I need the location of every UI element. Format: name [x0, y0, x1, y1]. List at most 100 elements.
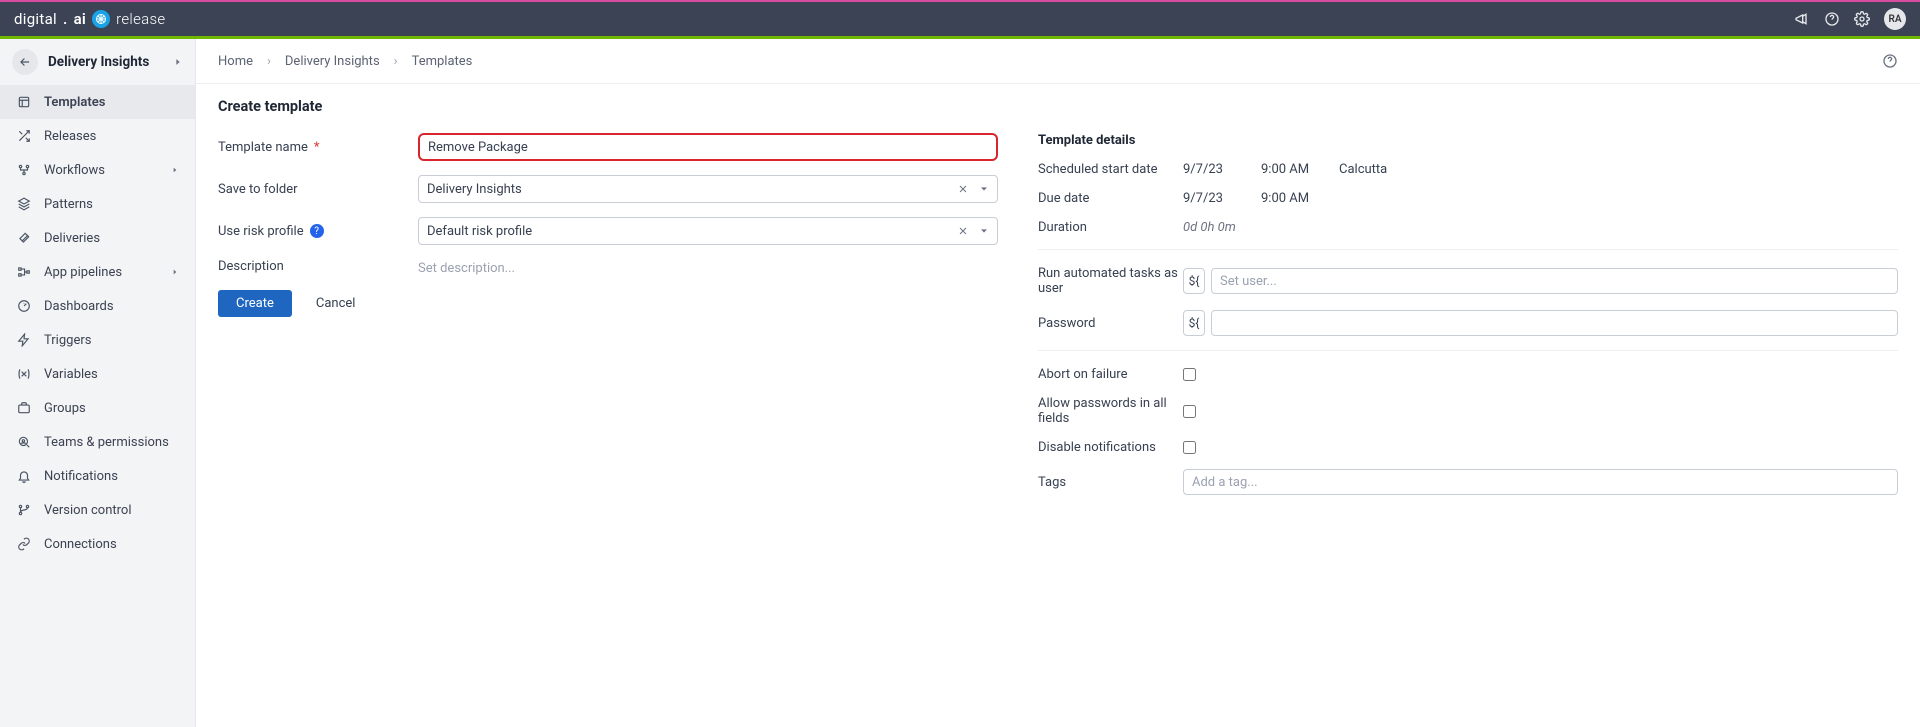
create-form: Template name* Save to folder Delivery I…: [218, 133, 998, 509]
info-icon[interactable]: ?: [310, 224, 324, 238]
due-time-value[interactable]: 9:00 AM: [1261, 191, 1339, 206]
chevron-right-icon: [171, 166, 179, 174]
brand: digital. ai release: [14, 10, 165, 28]
crumb-templates[interactable]: Templates: [412, 54, 473, 69]
abort-label: Abort on failure: [1038, 367, 1183, 382]
start-date-label: Scheduled start date: [1038, 162, 1183, 177]
top-bar: digital. ai release RA: [0, 0, 1920, 36]
sidebar-header: Delivery Insights: [0, 39, 195, 85]
bell-icon: [16, 468, 32, 484]
rocket-icon: [16, 230, 32, 246]
sidebar-item-app-pipelines[interactable]: App pipelines: [0, 255, 195, 289]
crumb-home[interactable]: Home: [218, 54, 253, 69]
variable-button[interactable]: ${: [1183, 268, 1205, 294]
sidebar-title: Delivery Insights: [48, 54, 163, 70]
sidebar-item-workflows[interactable]: Workflows: [0, 153, 195, 187]
sidebar-item-label: Dashboards: [44, 299, 179, 314]
description-field[interactable]: Set description...: [418, 259, 515, 276]
sidebar-item-connections[interactable]: Connections: [0, 527, 195, 561]
sidebar-item-label: Variables: [44, 367, 179, 382]
page-title: Create template: [218, 98, 1898, 115]
search-user-icon: [16, 434, 32, 450]
sidebar-item-teams[interactable]: Teams & permissions: [0, 425, 195, 459]
workflow-icon: [16, 162, 32, 178]
sidebar-item-label: Patterns: [44, 197, 179, 212]
brand-name-2: ai: [74, 10, 87, 28]
start-time-value[interactable]: 9:00 AM: [1261, 162, 1339, 177]
run-as-label: Run automated tasks as user: [1038, 266, 1183, 296]
allow-pwd-checkbox[interactable]: [1183, 405, 1196, 418]
sidebar-item-dashboards[interactable]: Dashboards: [0, 289, 195, 323]
back-button[interactable]: [12, 49, 38, 75]
sidebar-item-label: Templates: [44, 95, 179, 110]
password-label: Password: [1038, 316, 1183, 331]
use-risk-profile-select[interactable]: Default risk profile: [418, 217, 998, 245]
abort-checkbox[interactable]: [1183, 368, 1196, 381]
sidebar-item-label: Teams & permissions: [44, 435, 179, 450]
sidebar-item-label: Workflows: [44, 163, 159, 178]
use-risk-profile-label: Use risk profile ?: [218, 224, 418, 239]
page-help-icon[interactable]: [1882, 53, 1898, 69]
gauge-icon: [16, 298, 32, 314]
sidebar-item-version-control[interactable]: Version control: [0, 493, 195, 527]
avatar[interactable]: RA: [1884, 8, 1906, 30]
chevron-right-icon: [171, 268, 179, 276]
brand-product: release: [116, 10, 165, 28]
save-to-folder-label: Save to folder: [218, 182, 418, 197]
shuffle-icon: [16, 128, 32, 144]
sidebar-item-patterns[interactable]: Patterns: [0, 187, 195, 221]
sidebar-item-groups[interactable]: Groups: [0, 391, 195, 425]
required-marker: *: [314, 140, 320, 155]
sidebar-item-notifications[interactable]: Notifications: [0, 459, 195, 493]
chevron-down-icon[interactable]: [979, 226, 989, 236]
announce-icon[interactable]: [1794, 11, 1810, 27]
create-button[interactable]: Create: [218, 290, 292, 317]
divider: [1038, 249, 1898, 250]
main: Home › Delivery Insights › Templates Cre…: [196, 39, 1920, 727]
pipeline-icon: [16, 264, 32, 280]
template-details: Template details Scheduled start date 9/…: [1038, 133, 1898, 509]
clear-icon[interactable]: [957, 183, 969, 195]
layers-icon: [16, 196, 32, 212]
gear-icon[interactable]: [1854, 11, 1870, 27]
duration-value: 0d 0h 0m: [1183, 220, 1236, 235]
details-heading: Template details: [1038, 133, 1898, 148]
sidebar-item-templates[interactable]: Templates: [0, 85, 195, 119]
cancel-button[interactable]: Cancel: [316, 296, 356, 311]
chevron-down-icon[interactable]: [979, 184, 989, 194]
crumb-di[interactable]: Delivery Insights: [285, 54, 380, 69]
divider: [1038, 350, 1898, 351]
due-date-label: Due date: [1038, 191, 1183, 206]
due-date-value[interactable]: 9/7/23: [1183, 191, 1261, 206]
link-icon: [16, 536, 32, 552]
template-name-label: Template name*: [218, 140, 418, 155]
chevron-right-icon: ›: [267, 54, 271, 69]
allow-pwd-label: Allow passwords in all fields: [1038, 396, 1183, 426]
sidebar-item-label: Releases: [44, 129, 179, 144]
brand-wheel-icon: [92, 10, 110, 28]
sidebar-item-label: Notifications: [44, 469, 179, 484]
sidebar-item-releases[interactable]: Releases: [0, 119, 195, 153]
help-icon[interactable]: [1824, 11, 1840, 27]
disable-notif-checkbox[interactable]: [1183, 441, 1196, 454]
sidebar-item-label: Version control: [44, 503, 179, 518]
brand-name-1: digital: [14, 10, 57, 28]
sidebar-item-triggers[interactable]: Triggers: [0, 323, 195, 357]
clear-icon[interactable]: [957, 225, 969, 237]
sidebar-item-label: Triggers: [44, 333, 179, 348]
sidebar-item-deliveries[interactable]: Deliveries: [0, 221, 195, 255]
select-value: Default risk profile: [427, 224, 532, 239]
sidebar-nav: Templates Releases Workflows Patterns De…: [0, 85, 195, 561]
start-date-value[interactable]: 9/7/23: [1183, 162, 1261, 177]
chevron-right-icon[interactable]: [173, 57, 183, 67]
template-name-input[interactable]: [418, 133, 998, 161]
save-to-folder-select[interactable]: Delivery Insights: [418, 175, 998, 203]
brand-dot: .: [63, 10, 68, 28]
variable-button[interactable]: ${: [1183, 310, 1205, 336]
sidebar-item-label: Connections: [44, 537, 179, 552]
start-tz-value[interactable]: Calcutta: [1339, 162, 1387, 177]
sidebar-item-variables[interactable]: Variables: [0, 357, 195, 391]
password-input[interactable]: [1211, 310, 1898, 336]
run-as-input[interactable]: [1211, 268, 1898, 294]
tags-input[interactable]: [1183, 469, 1898, 495]
